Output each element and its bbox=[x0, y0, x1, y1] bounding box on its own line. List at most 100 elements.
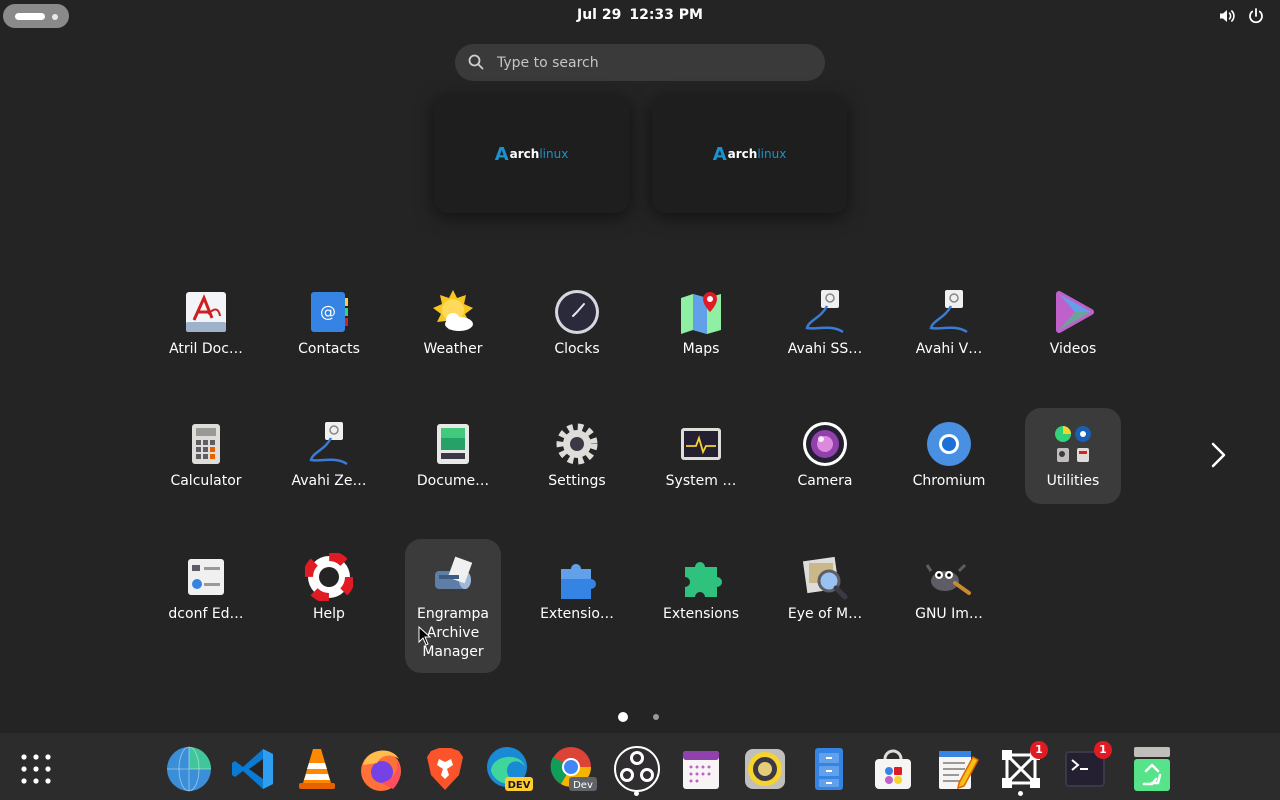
notification-badge: 1 bbox=[1094, 741, 1112, 759]
camera-icon bbox=[803, 422, 847, 466]
archlinux-logo: Aarch linux bbox=[494, 143, 569, 165]
volume-icon[interactable] bbox=[1218, 7, 1236, 25]
app-label: Docume… bbox=[416, 473, 490, 489]
vscode-icon[interactable] bbox=[229, 745, 277, 793]
top-bar: Jul 29 12:33 PM bbox=[0, 0, 1280, 32]
workspace-thumbnail-2[interactable]: Aarch linux bbox=[652, 95, 847, 213]
folder-utilities[interactable]: Utilities bbox=[1025, 408, 1121, 504]
running-indicator bbox=[1018, 791, 1023, 796]
app-label: GNU Im… bbox=[915, 606, 983, 622]
clock[interactable]: Jul 29 12:33 PM bbox=[540, 7, 740, 23]
app-label: Avahi Ze… bbox=[291, 473, 367, 489]
app-dconf-editor[interactable]: dconf Ed… bbox=[158, 541, 254, 637]
notification-badge: 1 bbox=[1030, 741, 1048, 759]
activities-button[interactable] bbox=[3, 4, 69, 28]
weather-icon bbox=[433, 290, 473, 331]
running-indicator bbox=[634, 791, 639, 796]
avahi-ssh-icon bbox=[805, 290, 844, 334]
app-system-monitor[interactable]: System … bbox=[653, 408, 749, 504]
software-store-icon[interactable] bbox=[869, 745, 917, 793]
app-label: Calculator bbox=[170, 473, 242, 489]
show-apps-icon[interactable] bbox=[12, 745, 60, 793]
contacts-icon: @ bbox=[311, 292, 348, 332]
chrome-dev-icon[interactable]: Dev bbox=[549, 745, 597, 793]
app-label: Help bbox=[313, 606, 345, 622]
app-label: System … bbox=[665, 473, 737, 489]
app-extension-manager[interactable]: Extensio… bbox=[529, 541, 625, 637]
app-label: Videos bbox=[1049, 341, 1097, 357]
search-bar[interactable] bbox=[455, 44, 825, 81]
app-avahi-ssh[interactable]: Avahi SS… bbox=[777, 276, 873, 372]
app-label: Utilities bbox=[1046, 473, 1100, 489]
app-label: Chromium bbox=[912, 473, 986, 489]
calculator-icon bbox=[192, 424, 220, 464]
file-cabinet-icon[interactable] bbox=[805, 745, 853, 793]
app-weather[interactable]: Weather bbox=[405, 276, 501, 372]
text-editor-icon[interactable] bbox=[933, 745, 981, 793]
atril-icon bbox=[186, 292, 226, 332]
speaker-icon[interactable] bbox=[741, 745, 789, 793]
app-calculator[interactable]: Calculator bbox=[158, 408, 254, 504]
chrome-dev-tag: Dev bbox=[573, 780, 593, 791]
clock-time: 12:33 PM bbox=[629, 7, 703, 23]
app-eye-of-mate[interactable]: Eye of M… bbox=[777, 541, 873, 637]
app-label: Engrampa Archive Manager bbox=[416, 606, 490, 660]
app-document-scanner[interactable]: Docume… bbox=[405, 408, 501, 504]
app-chromium[interactable]: Chromium bbox=[901, 408, 997, 504]
app-settings[interactable]: Settings bbox=[529, 408, 625, 504]
settings-icon bbox=[556, 423, 598, 465]
app-label: Eye of M… bbox=[787, 606, 863, 622]
app-label: dconf Ed… bbox=[168, 606, 244, 622]
svg-text:@: @ bbox=[320, 302, 336, 321]
edge-dev-icon[interactable]: DEV bbox=[485, 745, 533, 793]
app-label: Extensions bbox=[662, 606, 740, 622]
app-label: Avahi SS… bbox=[787, 341, 863, 357]
avahi-vnc-icon bbox=[929, 290, 968, 334]
system-monitor-icon bbox=[681, 428, 721, 460]
app-engrampa[interactable]: Engrampa Archive Manager bbox=[405, 539, 501, 673]
mouse-cursor-icon bbox=[418, 626, 432, 646]
workspace-thumbnail-1[interactable]: Aarch linux bbox=[434, 95, 629, 213]
brave-icon[interactable] bbox=[421, 745, 469, 793]
eye-of-mate-icon bbox=[802, 556, 848, 600]
app-clocks[interactable]: Clocks bbox=[529, 276, 625, 372]
app-videos[interactable]: Videos bbox=[1025, 276, 1121, 372]
workspace-indicator-active bbox=[15, 13, 45, 20]
firefox-icon[interactable] bbox=[357, 745, 405, 793]
extension-manager-icon bbox=[561, 563, 596, 599]
clock-date: Jul 29 bbox=[577, 7, 622, 23]
vlc-icon[interactable] bbox=[293, 745, 341, 793]
gimp-icon bbox=[925, 563, 971, 595]
app-label: Weather bbox=[423, 341, 483, 357]
trash-icon[interactable] bbox=[1128, 745, 1176, 793]
app-help[interactable]: Help bbox=[281, 541, 377, 637]
search-input[interactable] bbox=[495, 52, 809, 74]
app-gimp[interactable]: GNU Im… bbox=[901, 541, 997, 637]
page-indicator-active[interactable] bbox=[618, 712, 628, 722]
help-icon bbox=[305, 553, 353, 601]
obs-icon[interactable] bbox=[613, 745, 661, 793]
app-label: Camera bbox=[797, 473, 853, 489]
app-label: Settings bbox=[548, 473, 606, 489]
app-camera[interactable]: Camera bbox=[777, 408, 873, 504]
app-label: Maps bbox=[682, 341, 720, 357]
app-avahi-zeroconf[interactable]: Avahi Ze… bbox=[281, 408, 377, 504]
next-page-arrow-icon[interactable] bbox=[1205, 442, 1231, 468]
app-label: Extensio… bbox=[540, 606, 614, 622]
archlinux-logo: Aarch linux bbox=[712, 143, 787, 165]
app-atril[interactable]: Atril Doc… bbox=[158, 276, 254, 372]
globe-browser-icon[interactable] bbox=[165, 745, 213, 793]
avahi-zeroconf-icon bbox=[309, 422, 348, 466]
app-avahi-vnc[interactable]: Avahi V… bbox=[901, 276, 997, 372]
app-maps[interactable]: Maps bbox=[653, 276, 749, 372]
search-icon bbox=[468, 54, 484, 70]
page-indicator[interactable] bbox=[653, 714, 659, 720]
app-label: Avahi V… bbox=[915, 341, 983, 357]
calendar-icon[interactable] bbox=[677, 745, 725, 793]
maps-icon bbox=[681, 292, 721, 334]
app-label: Contacts bbox=[298, 341, 360, 357]
chromium-icon bbox=[927, 422, 971, 466]
app-contacts[interactable]: @ Contacts bbox=[281, 276, 377, 372]
power-icon[interactable] bbox=[1247, 7, 1265, 25]
app-extensions[interactable]: Extensions bbox=[653, 541, 749, 637]
